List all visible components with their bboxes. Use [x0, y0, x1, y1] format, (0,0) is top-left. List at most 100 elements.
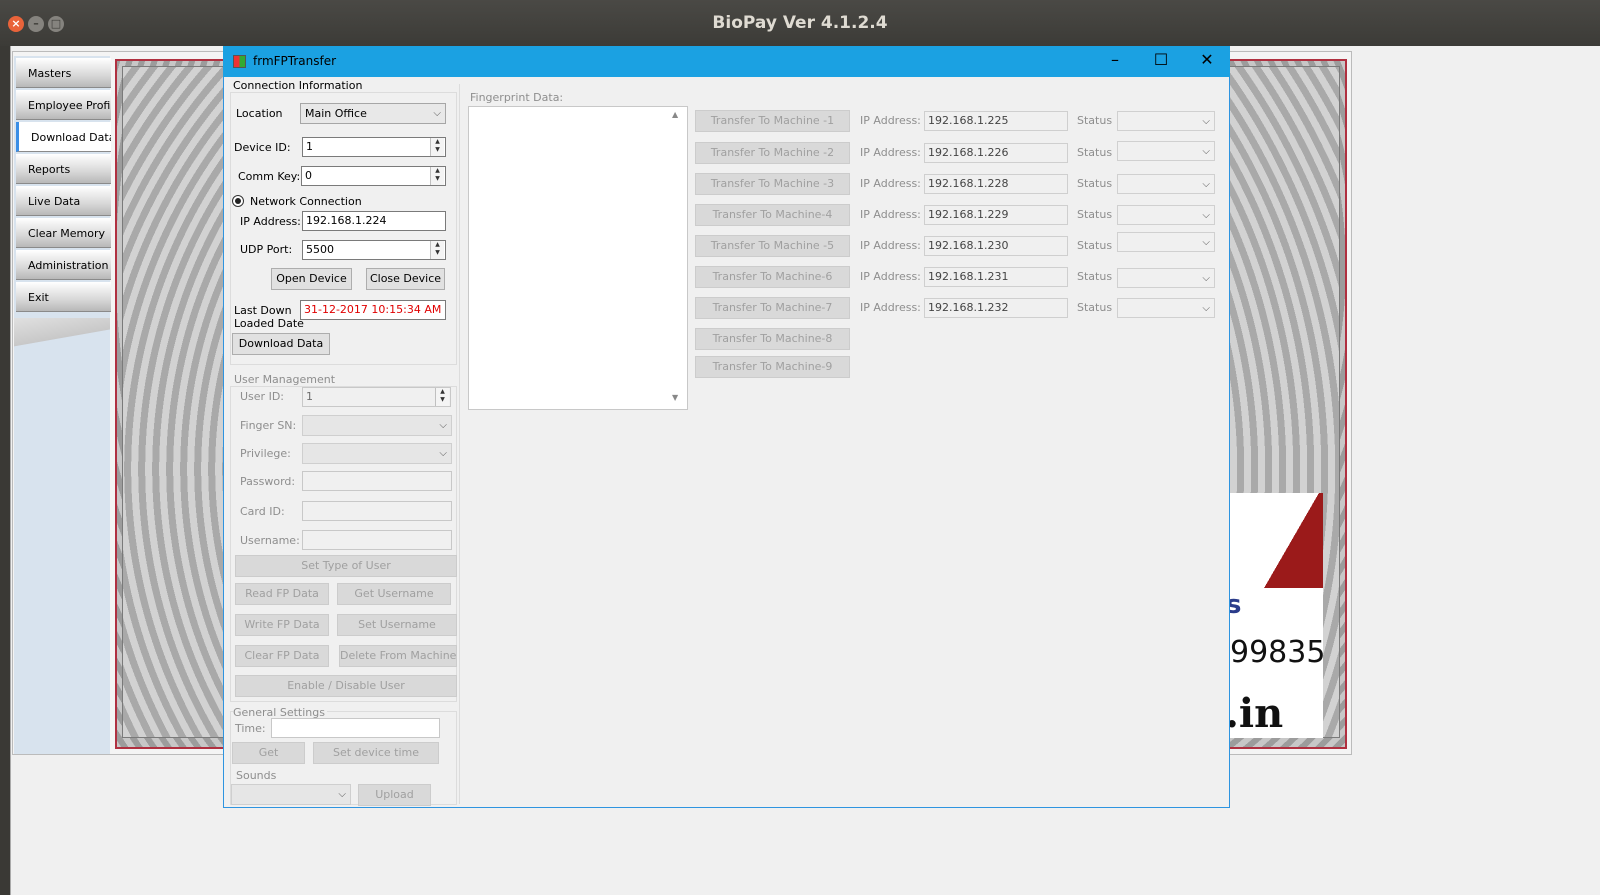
menu-item-employee-profile[interactable]: Employee Profile [16, 90, 111, 120]
sounds-select[interactable]: ⌵ [231, 784, 351, 805]
dialog-close-icon[interactable]: ✕ [1192, 50, 1222, 69]
udp-port-input[interactable]: 5500 ▲ ▼ [302, 240, 446, 260]
dialog-maximize-icon[interactable]: ☐ [1146, 50, 1176, 69]
spinner-icon[interactable]: ▲ ▼ [430, 167, 444, 185]
window-minimize-icon[interactable]: – [28, 16, 44, 32]
machine-5-ip-input[interactable]: 192.168.1.230 [924, 236, 1068, 256]
machine-6-ip-input[interactable]: 192.168.1.231 [924, 267, 1068, 287]
machine-3-ip-input[interactable]: 192.168.1.228 [924, 174, 1068, 194]
download-data-button[interactable]: Download Data [232, 333, 330, 355]
network-connection-radio[interactable] [232, 195, 244, 207]
left-menu: Masters Employee Profile Download Data R… [14, 56, 111, 754]
transfer-machine-1-button[interactable]: Transfer To Machine -1 [695, 110, 850, 132]
card-id-input[interactable] [302, 501, 452, 521]
chevron-down-icon: ⌵ [433, 108, 441, 119]
dialog-titlebar [223, 46, 1230, 77]
window-maximize-icon[interactable]: □ [48, 16, 64, 32]
set-device-time-button[interactable]: Set device time [313, 742, 439, 764]
scroll-up-icon[interactable]: ▲ [672, 110, 678, 119]
finger-sn-label: Finger SN: [240, 419, 297, 432]
set-type-of-user-button[interactable]: Set Type of User [235, 555, 457, 577]
open-device-button[interactable]: Open Device [271, 268, 352, 290]
machine-4-status-select[interactable]: ⌵ [1117, 205, 1215, 225]
udp-port-value: 5500 [306, 243, 334, 256]
location-label: Location [236, 107, 283, 120]
password-input[interactable] [302, 471, 452, 491]
machine-ip-label: IP Address: [860, 301, 921, 314]
finger-sn-select[interactable]: ⌵ [302, 415, 452, 436]
user-id-input[interactable]: 1 ▲ ▼ [302, 387, 451, 407]
machine-status-label: Status [1077, 270, 1113, 283]
transfer-machine-5-button[interactable]: Transfer To Machine -5 [695, 235, 850, 257]
menu-item-download-data[interactable]: Download Data [16, 122, 111, 152]
enable-disable-user-button[interactable]: Enable / Disable User [235, 675, 457, 697]
upload-button[interactable]: Upload [358, 784, 431, 806]
device-id-label: Device ID: [234, 141, 291, 154]
transfer-machine-3-button[interactable]: Transfer To Machine -3 [695, 173, 850, 195]
spinner-icon[interactable]: ▲ ▼ [430, 241, 444, 259]
device-id-input[interactable]: 1 ▲ ▼ [302, 137, 446, 157]
machine-status-label: Status [1077, 208, 1113, 221]
dialog-minimize-icon[interactable]: – [1100, 50, 1130, 69]
get-time-button[interactable]: Get [232, 742, 305, 764]
fingerprint-data-list[interactable] [468, 106, 688, 410]
card-id-label: Card ID: [240, 505, 285, 518]
chevron-down-icon: ⌵ [338, 789, 346, 800]
chevron-down-icon: ⌵ [1202, 146, 1210, 157]
location-select[interactable]: Main Office ⌵ [300, 103, 446, 124]
menu-item-exit[interactable]: Exit [16, 282, 111, 312]
machine-7-ip-input[interactable]: 192.168.1.232 [924, 298, 1068, 318]
last-download-date-field[interactable]: 31-12-2017 10:15:34 AM [300, 300, 446, 320]
window-close-icon[interactable]: × [8, 16, 24, 32]
chevron-down-icon: ⌵ [1202, 303, 1210, 314]
password-label: Password: [240, 475, 296, 488]
comm-key-label: Comm Key: [238, 170, 301, 183]
chevron-down-icon: ⌵ [1202, 179, 1210, 190]
machine-2-status-select[interactable]: ⌵ [1117, 141, 1215, 161]
transfer-machine-7-button[interactable]: Transfer To Machine-7 [695, 297, 850, 319]
machine-ip-label: IP Address: [860, 114, 921, 127]
machine-6-status-select[interactable]: ⌵ [1117, 268, 1215, 288]
menu-item-masters[interactable]: Masters [16, 58, 111, 88]
machine-3-status-select[interactable]: ⌵ [1117, 174, 1215, 194]
comm-key-input[interactable]: 0 ▲ ▼ [301, 166, 446, 186]
machine-ip-label: IP Address: [860, 270, 921, 283]
machine-5-status-select[interactable]: ⌵ [1117, 232, 1215, 252]
ip-address-input[interactable]: 192.168.1.224 [302, 211, 446, 231]
machine-status-label: Status [1077, 301, 1113, 314]
machine-2-ip-input[interactable]: 192.168.1.226 [924, 143, 1068, 163]
delete-from-machine-button[interactable]: Delete From Machine [339, 645, 457, 667]
location-value: Main Office [305, 107, 367, 120]
menu-item-reports[interactable]: Reports [16, 154, 111, 184]
privilege-select[interactable]: ⌵ [302, 443, 452, 464]
scroll-down-icon[interactable]: ▼ [672, 393, 678, 402]
time-input[interactable] [271, 718, 440, 738]
transfer-machine-8-button[interactable]: Transfer To Machine-8 [695, 328, 850, 350]
get-username-button[interactable]: Get Username [337, 583, 451, 605]
close-device-button[interactable]: Close Device [366, 268, 445, 290]
clear-fp-data-button[interactable]: Clear FP Data [235, 645, 329, 667]
username-input[interactable] [302, 530, 452, 550]
menu-item-administration[interactable]: Administration [16, 250, 111, 280]
read-fp-data-button[interactable]: Read FP Data [235, 583, 329, 605]
machine-status-label: Status [1077, 177, 1113, 190]
transfer-machine-2-button[interactable]: Transfer To Machine -2 [695, 142, 850, 164]
chevron-down-icon: ⌵ [1202, 237, 1210, 248]
machine-4-ip-input[interactable]: 192.168.1.229 [924, 205, 1068, 225]
transfer-machine-9-button[interactable]: Transfer To Machine-9 [695, 356, 850, 378]
spinner-icon[interactable]: ▲ ▼ [435, 388, 449, 406]
transfer-machine-6-button[interactable]: Transfer To Machine-6 [695, 266, 850, 288]
spinner-icon[interactable]: ▲ ▼ [430, 138, 444, 156]
machine-1-ip-input[interactable]: 192.168.1.225 [924, 111, 1068, 131]
machine-1-status-select[interactable]: ⌵ [1117, 111, 1215, 131]
last-download-label-line1: Last Down [234, 304, 292, 317]
machine-7-status-select[interactable]: ⌵ [1117, 298, 1215, 318]
set-username-button[interactable]: Set Username [337, 614, 457, 636]
machine-status-label: Status [1077, 146, 1113, 159]
menu-item-clear-memory[interactable]: Clear Memory [16, 218, 111, 248]
write-fp-data-button[interactable]: Write FP Data [235, 614, 329, 636]
last-download-label-line2: Loaded Date [234, 317, 304, 330]
menu-item-live-data[interactable]: Live Data [16, 186, 111, 216]
transfer-machine-4-button[interactable]: Transfer To Machine-4 [695, 204, 850, 226]
dialog-title: frmFPTransfer [253, 54, 337, 68]
